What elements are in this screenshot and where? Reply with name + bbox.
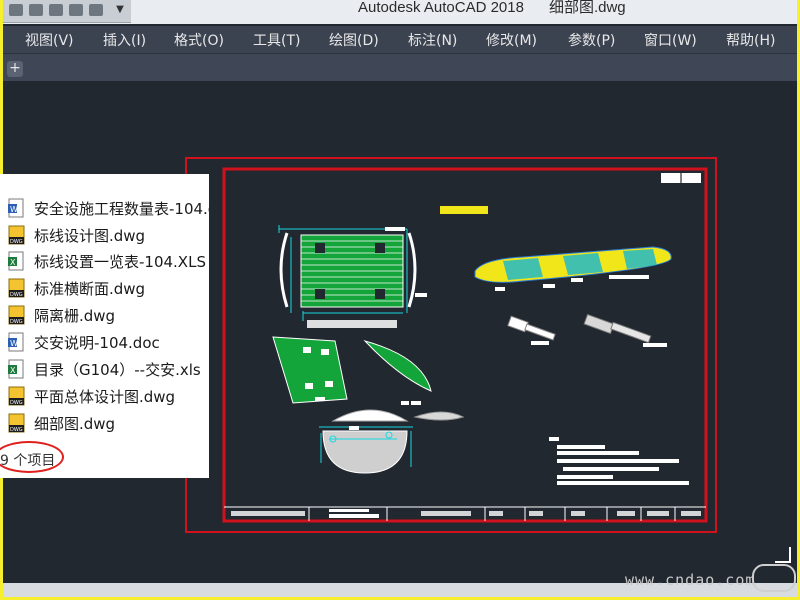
svg-text:DWG: DWG [10, 319, 23, 325]
svg-text:DWG: DWG [10, 400, 23, 406]
plan-view [278, 225, 427, 328]
notes-block [549, 437, 689, 485]
redo-icon[interactable] [89, 4, 103, 16]
word-doc-icon: W [8, 332, 24, 352]
menu-draw[interactable]: 绘图(D) [329, 30, 379, 50]
excel-file-icon: X [8, 359, 24, 379]
dwg-file-icon: DWG [8, 386, 25, 406]
title-block [224, 506, 706, 521]
title-bar: ▼ Autodesk AutoCAD 2018 细部图.dwg [3, 0, 797, 24]
file-name: 平面总体设计图.dwg [34, 388, 176, 406]
undo-icon[interactable] [69, 4, 83, 16]
viewport-corner-icon [775, 547, 791, 563]
file-name: 交安说明-104.doc [34, 334, 160, 352]
file-name: 标准横断面.dwg [34, 280, 146, 298]
watermark-logo [752, 564, 796, 592]
app-menu-icon[interactable] [9, 4, 23, 16]
excel-file-icon: X [8, 251, 24, 271]
anchor-bolts [507, 313, 667, 347]
dwg-file-icon: DWG [8, 305, 25, 325]
dwg-file-icon: DWG [8, 413, 25, 433]
open-icon[interactable] [29, 4, 43, 16]
quick-access-toolbar[interactable]: ▼ [3, 0, 131, 23]
file-name: 标线设置一览表-104.XLS [34, 253, 206, 271]
file-name: 隔离栅.dwg [34, 307, 116, 325]
file-name: 目录（G104）--交安.xls [34, 361, 201, 379]
menu-insert[interactable]: 插入(I) [103, 30, 146, 50]
dwg-file-icon: DWG [8, 225, 25, 245]
svg-text:X: X [10, 366, 16, 375]
menu-view[interactable]: 视图(V) [25, 30, 74, 50]
explorer-file-list: W 安全设施工程数量表-104.d DWG 标线设计图.dwg X 标线设置一览… [0, 174, 209, 478]
svg-text:DWG: DWG [10, 292, 23, 298]
svg-text:X: X [10, 258, 16, 267]
menu-help[interactable]: 帮助(H) [726, 30, 775, 50]
file-name: 细部图.dwg [34, 415, 116, 433]
svg-text:W: W [10, 205, 18, 214]
new-tab-plus-icon[interactable]: + [7, 61, 23, 77]
menu-modify[interactable]: 修改(M) [486, 30, 537, 50]
customize-dropdown-icon[interactable]: ▼ [113, 2, 127, 18]
file-name: 标线设计图.dwg [34, 227, 146, 245]
svg-text:W: W [10, 339, 18, 348]
save-icon[interactable] [49, 4, 63, 16]
file-tab-strip [3, 54, 797, 81]
outer-sheet-border [185, 157, 717, 533]
menu-parametric[interactable]: 参数(P) [568, 30, 615, 50]
menu-tools[interactable]: 工具(T) [253, 30, 300, 50]
menu-format[interactable]: 格式(O) [174, 30, 224, 50]
dwg-file-icon: DWG [8, 278, 25, 298]
hatched-panels [272, 336, 432, 405]
watermark-text: www.cndao.com [625, 571, 756, 589]
word-doc-icon: W [8, 198, 24, 218]
svg-text:DWG: DWG [10, 427, 23, 433]
drawing-heading [440, 206, 488, 214]
window-title: Autodesk AutoCAD 2018 细部图.dwg [358, 0, 626, 16]
menu-bar: 视图(V) 插入(I) 格式(O) 工具(T) 绘图(D) 标注(N) 修改(M… [3, 26, 797, 54]
menu-dimension[interactable]: 标注(N) [408, 30, 457, 50]
svg-text:DWG: DWG [10, 239, 23, 245]
file-name: 安全设施工程数量表-104.d [34, 200, 209, 218]
section-views [319, 401, 465, 474]
menu-window[interactable]: 窗口(W) [644, 30, 697, 50]
speed-bump-3d [474, 246, 672, 291]
